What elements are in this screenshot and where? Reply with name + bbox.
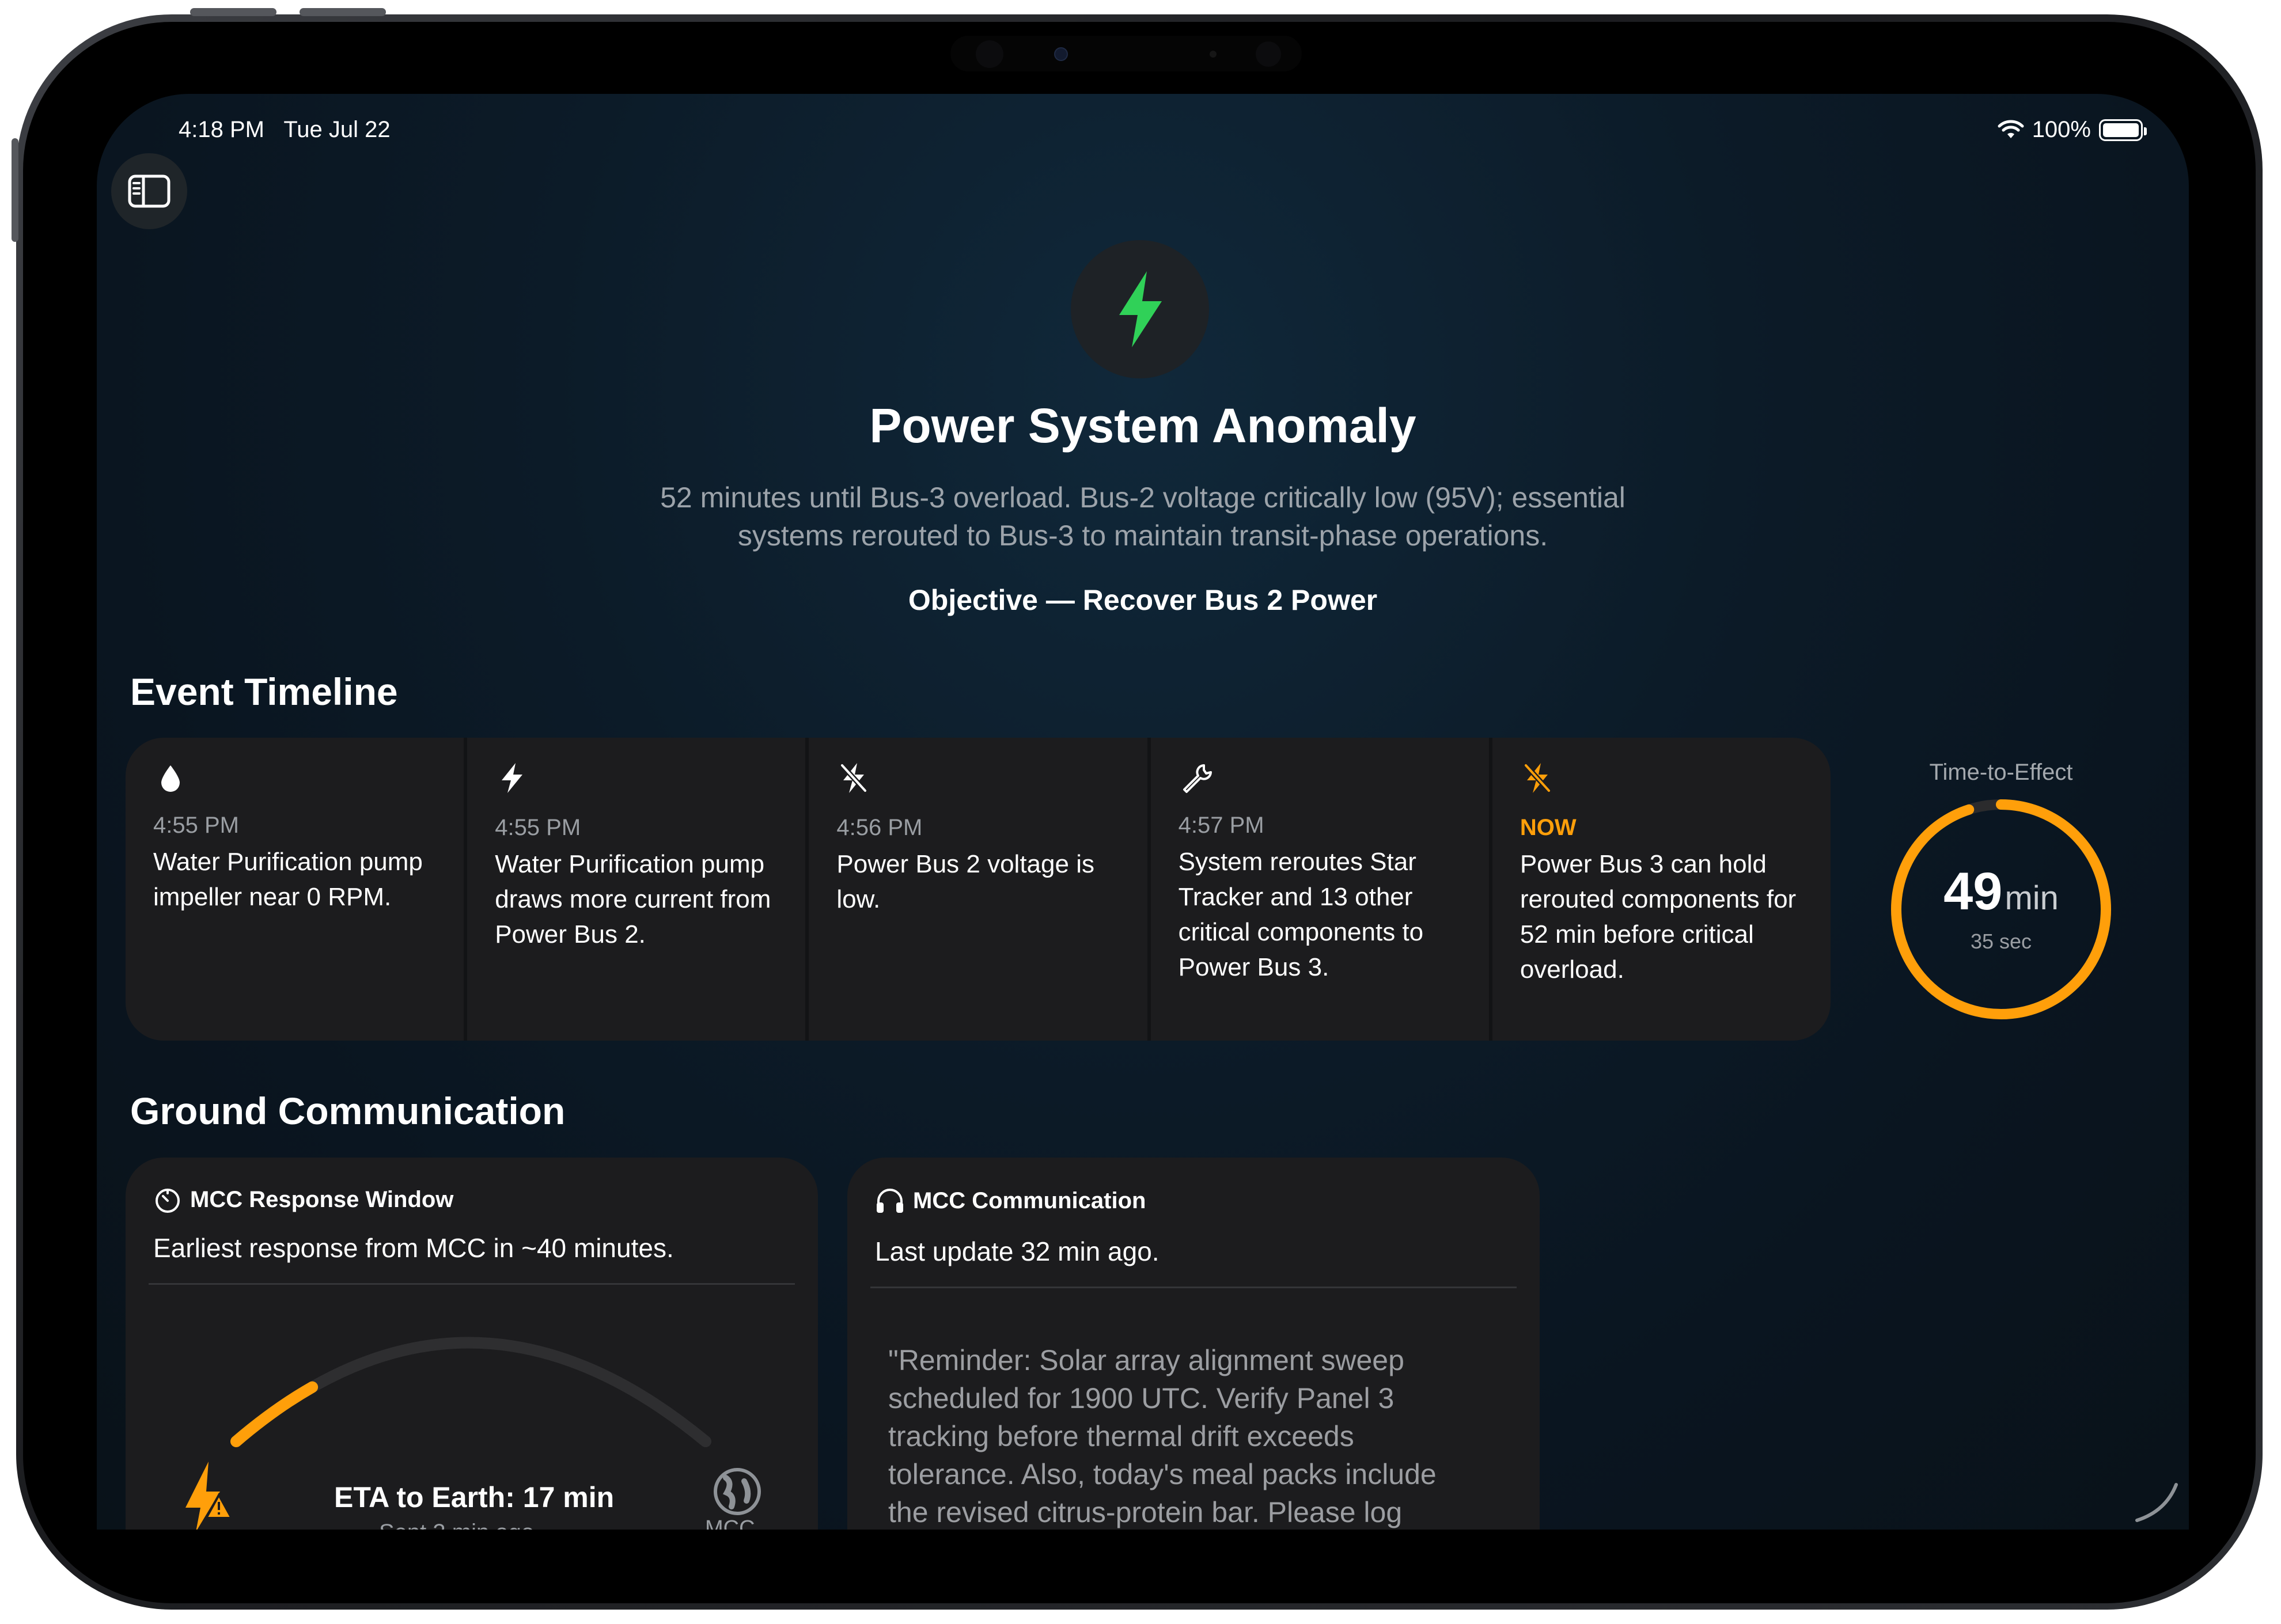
- time-to-effect-label: Time-to-Effect: [1929, 760, 2073, 785]
- battery-icon: [2099, 119, 2147, 141]
- event-time: 4:55 PM: [153, 813, 239, 838]
- time-to-effect-minutes: 49: [1943, 862, 2003, 921]
- bolt-slash-warning-icon: [1524, 763, 1551, 793]
- event-time-now: NOW: [1520, 815, 1577, 840]
- status-time: 4:18 PM Tue Jul 22: [179, 117, 391, 142]
- bolt-icon: [502, 763, 523, 793]
- bolt-slash-icon: [840, 763, 867, 793]
- card-header: MCC Response Window: [153, 1185, 453, 1214]
- status-right: 100%: [1998, 117, 2147, 143]
- event-timeline-heading: Event Timeline: [130, 670, 398, 713]
- mcc-response-window-card[interactable]: MCC Response Window Earliest response fr…: [126, 1158, 818, 1530]
- event-text: Water Purification pump draws more curre…: [495, 850, 771, 948]
- event-text: Power Bus 3 can hold rerouted components…: [1520, 850, 1797, 984]
- page-title: Power System Anomaly: [869, 399, 1416, 453]
- event-time: 4:56 PM: [836, 815, 923, 840]
- divider: [870, 1287, 1517, 1288]
- sidebar-icon: [128, 174, 170, 208]
- device-button: [12, 138, 18, 242]
- event-time: 4:57 PM: [1178, 813, 1264, 838]
- timeline-event[interactable]: 4:57 PM System reroutes Star Tracker and…: [1151, 738, 1492, 1041]
- page-subtitle: 52 minutes until Bus-3 overload. Bus-2 v…: [660, 481, 1626, 552]
- time-to-effect-unit: min: [2005, 879, 2059, 917]
- card-text: Last update 32 min ago.: [875, 1236, 1160, 1266]
- event-time: 4:55 PM: [495, 815, 581, 840]
- event-text: Water Purification pump impeller near 0 …: [153, 848, 423, 911]
- bolt-icon: [1119, 271, 1162, 347]
- event-text: System reroutes Star Tracker and 13 othe…: [1178, 848, 1424, 981]
- timer-icon: [156, 1189, 180, 1213]
- time-to-effect-seconds: 35 sec: [1970, 929, 2032, 953]
- wrench-icon: [1183, 764, 1212, 793]
- divider: [149, 1283, 795, 1285]
- timeline-event[interactable]: 4:55 PM Water Purification pump draws mo…: [467, 738, 809, 1041]
- card-header: MCC Communication: [875, 1186, 1146, 1215]
- event-text: Power Bus 2 voltage is low.: [836, 850, 1094, 913]
- wifi-icon: [1998, 120, 2024, 138]
- device-button: [190, 8, 276, 16]
- timeline-event[interactable]: 4:56 PM Power Bus 2 voltage is low.: [809, 738, 1151, 1041]
- device-button: [300, 8, 386, 16]
- ground-communication-heading: Ground Communication: [130, 1090, 566, 1132]
- battery-percent: 100%: [2032, 117, 2091, 142]
- timeline-event-current[interactable]: NOW Power Bus 3 can hold rerouted compon…: [1492, 738, 1831, 1041]
- headphones-icon: [877, 1189, 903, 1213]
- objective-label: Objective — Recover Bus 2 Power: [908, 584, 1378, 616]
- anomaly-icon-badge: [1071, 240, 1209, 378]
- water-drop-icon: [161, 765, 180, 792]
- timeline-event[interactable]: 4:55 PM Water Purification pump impeller…: [126, 738, 468, 1041]
- event-timeline: 4:55 PM Water Purification pump impeller…: [126, 738, 1831, 1041]
- time-to-effect-readout: 49min 35 sec: [1886, 794, 2116, 1025]
- status-bar: 4:18 PM Tue Jul 22 100%: [138, 104, 2154, 150]
- mcc-communication-card[interactable]: MCC Communication Last update 32 min ago…: [847, 1158, 1540, 1530]
- card-title: MCC Response Window: [190, 1186, 454, 1212]
- camera-housing: [950, 36, 1302, 71]
- card-title: MCC Communication: [913, 1187, 1146, 1213]
- card-text: Earliest response from MCC in ~40 minute…: [153, 1233, 674, 1263]
- sidebar-toggle-button[interactable]: [111, 153, 187, 229]
